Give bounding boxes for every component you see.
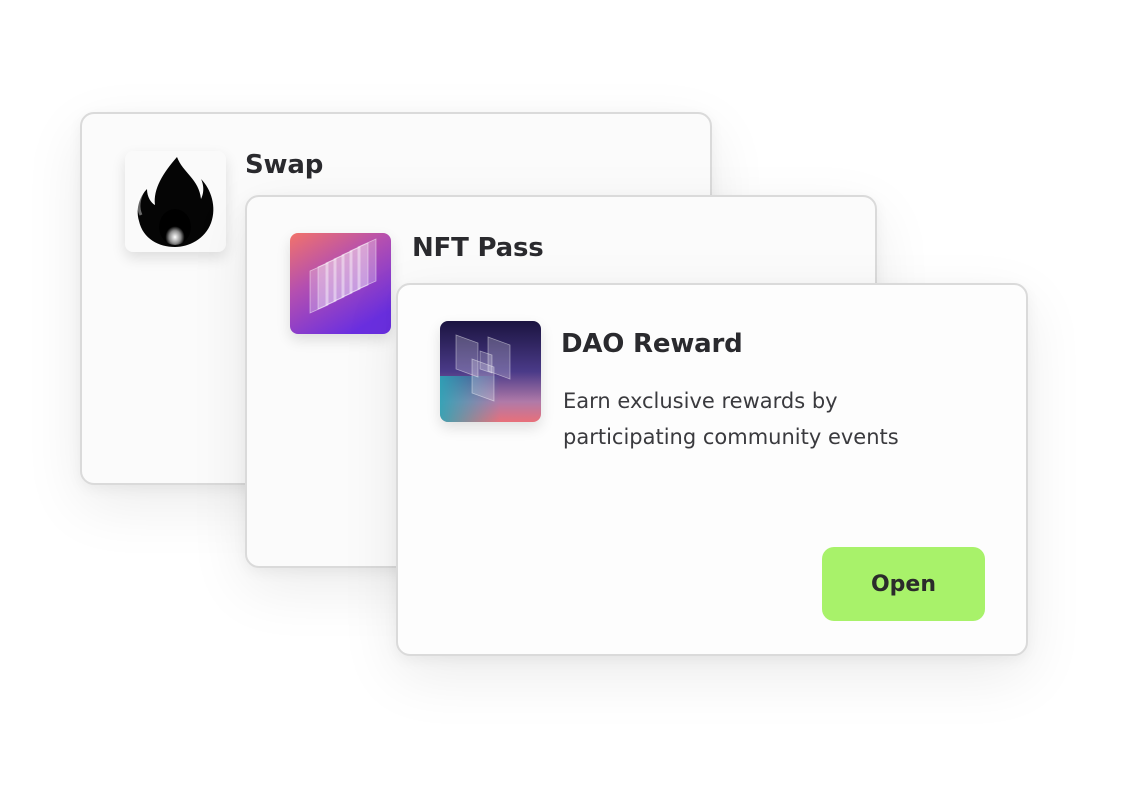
open-button[interactable]: Open <box>822 547 985 621</box>
dao-reward-card[interactable]: DAO Reward Earn exclusive rewards by par… <box>396 283 1028 656</box>
description-line: participating community events <box>563 425 899 449</box>
card-description: Earn exclusive rewards by participating … <box>563 383 963 455</box>
card-title: DAO Reward <box>561 329 743 359</box>
card-title: NFT Pass <box>412 233 544 263</box>
card-stack: Swap NFT Pass DAO Reward Earn exclusive … <box>0 0 1148 785</box>
description-line: Earn exclusive rewards by <box>563 389 838 413</box>
flame-icon <box>125 151 226 252</box>
nft-layers-icon <box>290 233 391 334</box>
dao-blocks-icon <box>440 321 541 422</box>
card-title: Swap <box>245 150 324 180</box>
